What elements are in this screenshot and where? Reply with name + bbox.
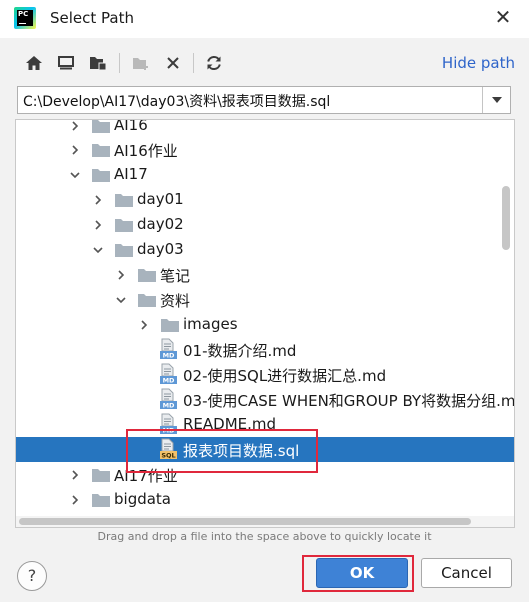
tree-folder-row[interactable]: AI16作业 xyxy=(16,137,514,162)
svg-text:MD: MD xyxy=(163,377,175,385)
toolbar-separator xyxy=(193,53,194,73)
tree-file-row[interactable]: MD 02-使用SQL进行数据汇总.md xyxy=(16,362,514,387)
close-icon[interactable]: ✕ xyxy=(491,5,515,29)
folder-icon xyxy=(92,120,110,133)
tree-item-label: day02 xyxy=(137,215,184,233)
pycharm-app-icon: PC xyxy=(14,7,36,29)
folder-icon xyxy=(161,317,179,332)
horizontal-scrollbar-track xyxy=(16,516,514,527)
chevron-right-icon[interactable] xyxy=(92,192,104,206)
tree-item-label: 02-使用SQL进行数据汇总.md xyxy=(183,367,387,385)
tree-folder-row[interactable]: day02 xyxy=(16,212,514,237)
tree-folder-row[interactable]: images xyxy=(16,312,514,337)
folder-icon xyxy=(92,142,110,157)
chevron-down-icon[interactable] xyxy=(482,87,510,113)
chevron-down-icon[interactable] xyxy=(92,242,104,256)
home-icon[interactable] xyxy=(23,52,45,74)
tree-item-label: AI16 xyxy=(114,119,148,134)
svg-text:MD: MD xyxy=(163,352,175,360)
chevron-right-icon[interactable] xyxy=(92,217,104,231)
folder-icon xyxy=(138,292,156,307)
tree-item-label: 01-数据介绍.md xyxy=(183,342,297,360)
new-folder-icon[interactable] xyxy=(130,52,152,74)
tree-file-row[interactable]: MD 01-数据介绍.md xyxy=(16,337,514,362)
tree-item-label: day03 xyxy=(137,240,184,258)
tree-item-label: 03-使用CASE WHEN和GROUP BY将数据分组.md xyxy=(183,392,515,410)
refresh-icon[interactable] xyxy=(203,52,225,74)
chevron-right-icon[interactable] xyxy=(69,142,81,156)
folder-icon xyxy=(138,267,156,282)
chevron-right-icon[interactable] xyxy=(69,120,81,132)
window-title: Select Path xyxy=(50,9,134,27)
cancel-button[interactable]: Cancel xyxy=(421,558,512,588)
tree-folder-row[interactable]: day01 xyxy=(16,187,514,212)
drag-drop-hint: Drag and drop a file into the space abov… xyxy=(97,530,432,543)
help-button[interactable]: ? xyxy=(17,561,47,591)
toolbar: Hide path xyxy=(0,44,529,84)
chevron-right-icon[interactable] xyxy=(138,317,150,331)
desktop-icon[interactable] xyxy=(55,52,77,74)
markdown-file-icon: MD xyxy=(160,388,177,410)
tree-folder-row[interactable]: day03 xyxy=(16,237,514,262)
delete-icon[interactable] xyxy=(162,52,184,74)
folder-icon xyxy=(92,167,110,182)
folder-icon xyxy=(115,242,133,257)
tree-folder-row[interactable]: AI16 xyxy=(16,119,514,138)
tree-item-label: 资料 xyxy=(160,292,191,310)
horizontal-scrollbar[interactable] xyxy=(19,518,471,525)
hide-path-link[interactable]: Hide path xyxy=(442,54,515,72)
chevron-down-icon[interactable] xyxy=(115,292,127,306)
tree-file-row[interactable]: MD 03-使用CASE WHEN和GROUP BY将数据分组.md xyxy=(16,387,514,412)
chevron-down-icon[interactable] xyxy=(69,167,81,181)
tree-item-label: AI17 xyxy=(114,165,148,183)
markdown-file-icon: MD xyxy=(160,363,177,385)
tree-folder-row[interactable]: AI17 xyxy=(16,162,514,187)
folder-icon xyxy=(115,217,133,232)
tree-item-label: AI16作业 xyxy=(114,142,178,160)
tree-item-label: day01 xyxy=(137,190,184,208)
folder-icon xyxy=(92,492,110,507)
chevron-right-icon[interactable] xyxy=(69,492,81,506)
vertical-scrollbar[interactable] xyxy=(502,186,510,250)
ok-highlight-box xyxy=(302,555,414,592)
svg-text:MD: MD xyxy=(163,402,175,410)
path-combo-box[interactable]: C:\Develop\AI17\day03\资料\报表项目数据.sql xyxy=(17,86,511,114)
tree-item-label: images xyxy=(183,315,238,333)
chevron-right-icon[interactable] xyxy=(115,267,127,281)
markdown-file-icon: MD xyxy=(160,338,177,360)
tree-item-label: 笔记 xyxy=(160,267,191,285)
tree-folder-row[interactable]: 笔记 xyxy=(16,262,514,287)
tree-item-label: bigdata xyxy=(114,490,171,508)
toolbar-separator xyxy=(119,53,120,73)
tree-folder-row[interactable]: 资料 xyxy=(16,287,514,312)
title-bar: PC Select Path ✕ xyxy=(0,0,529,38)
selection-highlight-box xyxy=(126,429,318,473)
path-input[interactable]: C:\Develop\AI17\day03\资料\报表项目数据.sql xyxy=(23,91,330,111)
project-folder-icon[interactable] xyxy=(87,52,109,74)
folder-icon xyxy=(115,192,133,207)
chevron-right-icon[interactable] xyxy=(69,467,81,481)
tree-folder-row[interactable]: bigdata xyxy=(16,487,514,512)
folder-icon xyxy=(92,467,110,482)
